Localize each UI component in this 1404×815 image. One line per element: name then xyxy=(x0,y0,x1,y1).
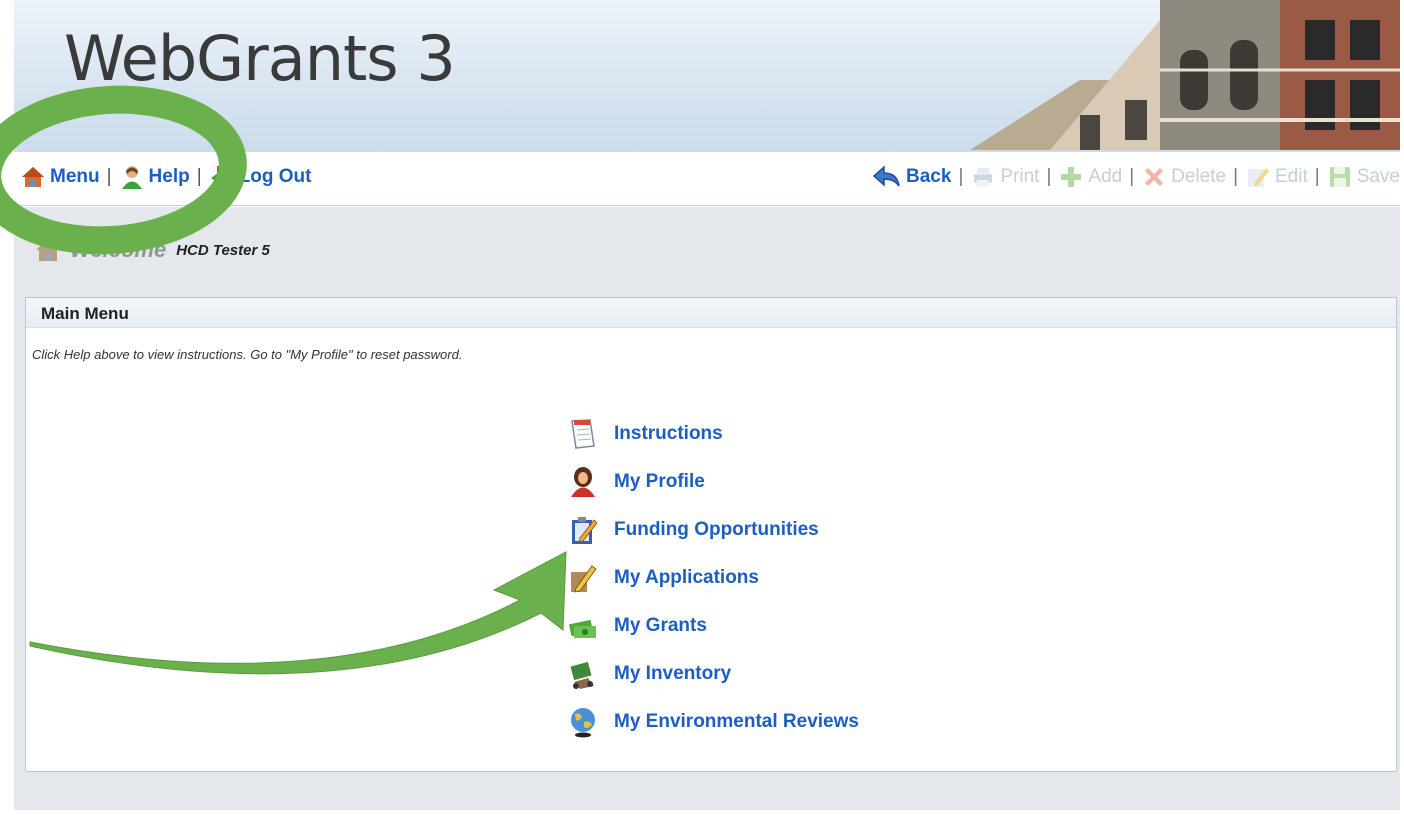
logout-label: Log Out xyxy=(238,166,312,187)
logout-link[interactable]: Log Out xyxy=(209,164,312,190)
back-label: Back xyxy=(906,166,952,187)
menu-link-instructions[interactable]: Instructions xyxy=(614,423,723,445)
home-icon xyxy=(22,167,44,187)
delete-label: Delete xyxy=(1171,166,1227,187)
person-help-icon xyxy=(121,166,142,189)
document-icon xyxy=(566,417,600,451)
back-arrow-icon xyxy=(872,165,900,187)
back-button[interactable]: Back xyxy=(872,164,951,190)
separator: | xyxy=(1129,166,1135,187)
separator: | xyxy=(196,166,202,187)
menu-link-my-environmental-reviews[interactable]: My Environmental Reviews xyxy=(614,711,859,733)
menu-item-my-inventory[interactable]: My Inventory xyxy=(566,650,859,698)
menu-item-my-environmental-reviews[interactable]: My Environmental Reviews xyxy=(566,698,859,746)
printer-icon xyxy=(974,168,993,187)
welcome-label: Welcome xyxy=(70,237,167,262)
menu-item-my-applications[interactable]: My Applications xyxy=(566,554,859,602)
main-menu-panel: Main Menu Click Help above to view instr… xyxy=(25,297,1397,772)
application-pencil-icon xyxy=(566,561,600,595)
save-button[interactable]: Save xyxy=(1327,164,1400,190)
menu-item-my-profile[interactable]: My Profile xyxy=(566,458,859,506)
panel-title: Main Menu xyxy=(26,298,1396,328)
menu-link-my-applications[interactable]: My Applications xyxy=(614,567,759,589)
add-button[interactable]: Add xyxy=(1058,164,1122,190)
delete-x-icon xyxy=(1145,168,1164,186)
app-logo: WebGrants 3 xyxy=(64,22,456,95)
exit-door-icon xyxy=(210,166,233,188)
print-button[interactable]: Print xyxy=(970,165,1039,189)
print-label: Print xyxy=(1000,166,1040,187)
plus-icon xyxy=(1061,167,1082,187)
help-link[interactable]: Help xyxy=(119,164,190,190)
separator: | xyxy=(106,166,112,187)
toolbar-right: Back | Print | Add | Delete | Edit | Sav… xyxy=(872,164,1400,190)
menu-link[interactable]: Menu xyxy=(20,165,100,189)
separator: | xyxy=(1233,166,1238,187)
floppy-icon xyxy=(1329,167,1350,187)
menu-link-my-inventory[interactable]: My Inventory xyxy=(614,663,731,685)
toolbar: Menu | Help | Log Out Back | Print | Add… xyxy=(14,150,1400,206)
main-menu-list: Instructions My Profile Funding Opportun… xyxy=(566,410,859,746)
menu-item-funding-opportunities[interactable]: Funding Opportunities xyxy=(566,506,859,554)
welcome-bar: Welcome HCD Tester 5 xyxy=(34,237,270,263)
money-icon xyxy=(566,609,600,643)
welcome-username: HCD Tester 5 xyxy=(176,241,270,259)
content-area: Welcome HCD Tester 5 Main Menu Click Hel… xyxy=(14,207,1400,810)
panel-instructions: Click Help above to view instructions. G… xyxy=(32,347,463,362)
edit-button[interactable]: Edit xyxy=(1245,164,1308,190)
header-banner: WebGrants 3 xyxy=(14,0,1400,150)
help-label: Help xyxy=(148,166,190,187)
menu-link-funding-opportunities[interactable]: Funding Opportunities xyxy=(614,519,819,541)
separator: | xyxy=(1314,166,1320,187)
home-icon xyxy=(36,239,60,261)
building-photo xyxy=(970,0,1400,150)
globe-icon xyxy=(566,705,600,739)
user-profile-icon xyxy=(566,465,600,499)
edit-label: Edit xyxy=(1275,166,1308,187)
pencil-icon xyxy=(1248,168,1269,187)
delete-button[interactable]: Delete xyxy=(1141,164,1226,190)
add-label: Add xyxy=(1088,166,1123,187)
separator: | xyxy=(1046,166,1052,187)
menu-link-my-grants[interactable]: My Grants xyxy=(614,615,707,637)
save-label: Save xyxy=(1356,166,1400,187)
separator: | xyxy=(958,166,964,187)
toolbar-left: Menu | Help | Log Out xyxy=(20,164,311,190)
menu-link-my-profile[interactable]: My Profile xyxy=(614,471,705,493)
menu-item-instructions[interactable]: Instructions xyxy=(566,410,859,458)
page: WebGrants 3 Menu | Help | Log Out Back |… xyxy=(0,0,1404,815)
inventory-icon xyxy=(566,657,600,691)
clipboard-pencil-icon xyxy=(566,513,600,547)
menu-item-my-grants[interactable]: My Grants xyxy=(566,602,859,650)
menu-label: Menu xyxy=(50,166,100,187)
